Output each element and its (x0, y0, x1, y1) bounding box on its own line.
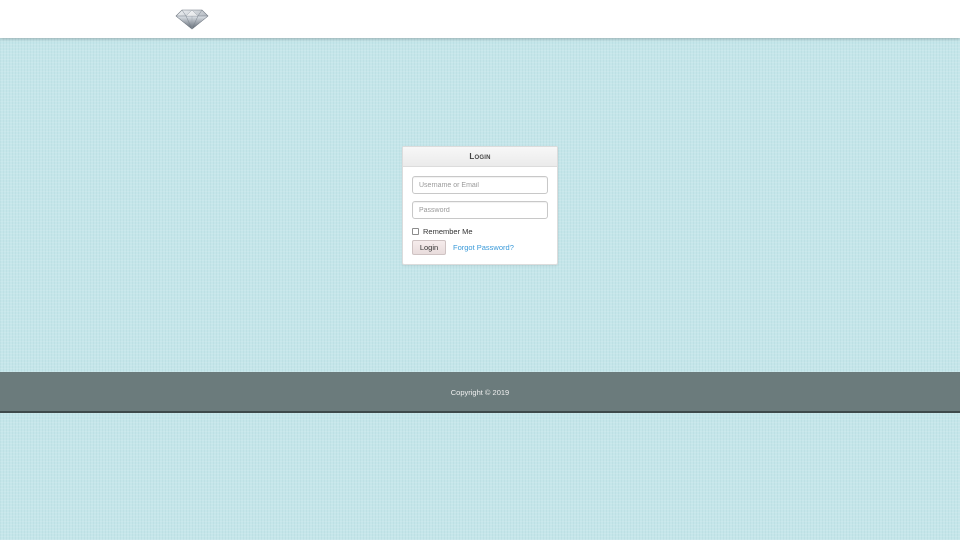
copyright-text: Copyright © 2019 (450, 388, 510, 397)
remember-me-row: Remember Me (412, 226, 473, 236)
login-button[interactable]: Login (412, 240, 446, 255)
forgot-password-link[interactable]: Forgot Password? (453, 243, 514, 252)
footer: Copyright © 2019 (0, 372, 960, 413)
remember-me-label[interactable]: Remember Me (423, 227, 473, 236)
logo-link[interactable] (175, 8, 209, 30)
login-panel: Login Remember Me Login Forgot Password? (402, 146, 558, 265)
password-input[interactable] (412, 201, 548, 219)
username-input[interactable] (412, 176, 548, 194)
top-bar (0, 0, 960, 38)
remember-me-checkbox[interactable] (412, 227, 419, 235)
diamond-icon (175, 9, 209, 30)
login-panel-title: Login (403, 147, 557, 167)
